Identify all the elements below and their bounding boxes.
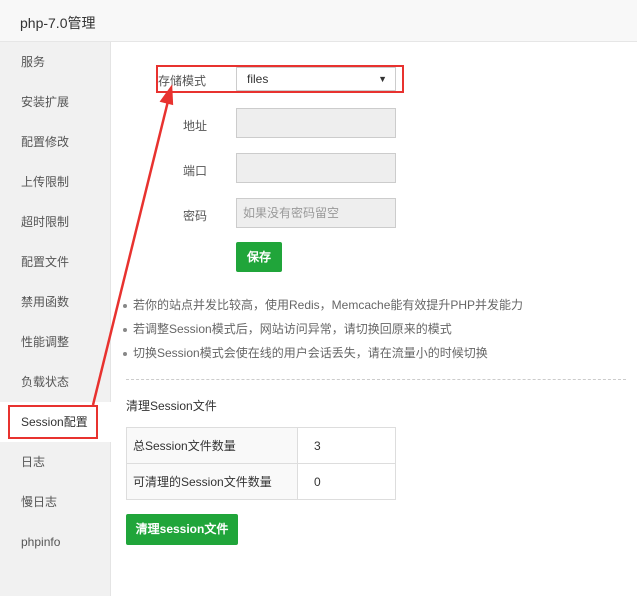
sidebar-item-config-edit[interactable]: 配置修改 (0, 122, 111, 162)
sidebar: 服务 安装扩展 配置修改 上传限制 超时限制 配置文件 禁用函数 性能调整 负载… (0, 42, 111, 596)
window-title: php-7.0管理 (20, 15, 96, 31)
sidebar-item-performance[interactable]: 性能调整 (0, 322, 111, 362)
sidebar-item-install-extension[interactable]: 安装扩展 (0, 82, 111, 122)
tip-text: 若你的站点并发比较高，使用Redis，Memcache能有效提升PHP并发能力 (133, 298, 524, 312)
port-input[interactable] (236, 153, 396, 183)
table-row: 可清理的Session文件数量 0 (126, 463, 396, 500)
address-input[interactable] (236, 108, 396, 138)
list-item: 若调整Session模式后，网站访问异常，请切换回原来的模式 (121, 318, 621, 342)
list-item: 切换Session模式会使在线的用户会话丢失，请在流量小的时候切换 (121, 342, 621, 366)
session-stats-table: 总Session文件数量 3 可清理的Session文件数量 0 (126, 427, 396, 500)
clean-section-title: 清理Session文件 (126, 399, 217, 413)
bullet-icon (123, 328, 127, 332)
sidebar-item-session-config[interactable]: Session配置 (0, 402, 111, 442)
password-label: 密码 (183, 209, 208, 223)
tips-list: 若你的站点并发比较高，使用Redis，Memcache能有效提升PHP并发能力 … (121, 294, 621, 366)
session-config-panel: 存储模式 files ▼ 地址 端口 密码 如果没有密码留空 保存 若你的站点并… (111, 42, 637, 596)
bullet-icon (123, 304, 127, 308)
storage-mode-label: 存储模式 (158, 74, 207, 88)
table-row: 总Session文件数量 3 (126, 427, 396, 464)
tip-text: 切换Session模式会使在线的用户会话丢失，请在流量小的时候切换 (133, 346, 488, 360)
sidebar-item-slow-log[interactable]: 慢日志 (0, 482, 111, 522)
storage-mode-value: files (247, 72, 269, 86)
sidebar-item-phpinfo[interactable]: phpinfo (0, 522, 111, 562)
divider (126, 379, 626, 380)
address-label: 地址 (183, 119, 208, 133)
sidebar-item-timeout-limit[interactable]: 超时限制 (0, 202, 111, 242)
cleanable-session-files-label: 可清理的Session文件数量 (126, 463, 298, 500)
sidebar-item-load-status[interactable]: 负载状态 (0, 362, 111, 402)
caret-down-icon: ▼ (378, 74, 387, 84)
sidebar-item-config-file[interactable]: 配置文件 (0, 242, 111, 282)
sidebar-item-log[interactable]: 日志 (0, 442, 111, 482)
list-item: 若你的站点并发比较高，使用Redis，Memcache能有效提升PHP并发能力 (121, 294, 621, 318)
password-input[interactable]: 如果没有密码留空 (236, 198, 396, 228)
bullet-icon (123, 352, 127, 356)
sidebar-item-service[interactable]: 服务 (0, 42, 111, 82)
total-session-files-value: 3 (297, 427, 396, 464)
window-titlebar: php-7.0管理 (0, 0, 637, 42)
storage-mode-select[interactable]: files ▼ (236, 67, 396, 91)
save-button[interactable]: 保存 (236, 242, 282, 272)
cleanable-session-files-value: 0 (297, 463, 396, 500)
port-label: 端口 (183, 164, 208, 178)
tip-text: 若调整Session模式后，网站访问异常，请切换回原来的模式 (133, 322, 452, 336)
sidebar-item-disabled-functions[interactable]: 禁用函数 (0, 282, 111, 322)
clean-session-button[interactable]: 清理session文件 (126, 514, 238, 545)
total-session-files-label: 总Session文件数量 (126, 427, 298, 464)
sidebar-item-upload-limit[interactable]: 上传限制 (0, 162, 111, 202)
